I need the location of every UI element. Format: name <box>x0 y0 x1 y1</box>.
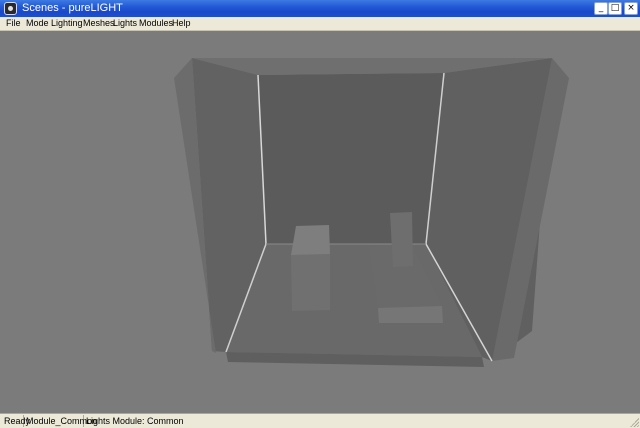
menu-meshes[interactable]: Meshes <box>83 17 115 30</box>
app-window: Scenes - pureLIGHT _ □ × File Mode Light… <box>0 0 640 428</box>
maximize-button[interactable]: □ <box>608 2 622 15</box>
menu-mode[interactable]: Mode <box>26 17 49 30</box>
status-module: Module_Common <box>26 415 98 427</box>
window-title: Scenes - pureLIGHT <box>22 2 123 14</box>
box1-front <box>291 254 330 311</box>
3d-viewport[interactable] <box>2 31 638 413</box>
menu-lighting[interactable]: Lighting <box>51 17 83 30</box>
status-state: Ready <box>4 415 31 427</box>
resize-grip-icon[interactable] <box>629 417 639 427</box>
box3-front <box>390 212 413 267</box>
menu-file[interactable]: File <box>6 17 21 30</box>
room-back-wall <box>258 73 444 244</box>
menu-lights[interactable]: Lights <box>113 17 137 30</box>
status-bar: Ready Module_Common Lights Module: Commo… <box>0 413 640 428</box>
menu-help[interactable]: Help <box>172 17 191 30</box>
minimize-button[interactable]: _ <box>594 2 608 15</box>
menu-bar: File Mode Lighting Meshes Lights Modules… <box>0 17 640 31</box>
close-button[interactable]: × <box>624 2 638 15</box>
status-lights-module: Lights Module: Common <box>86 416 184 426</box>
scene-render <box>174 58 569 367</box>
box2-front <box>378 306 443 323</box>
app-icon[interactable] <box>4 2 17 15</box>
box1-top <box>291 225 330 255</box>
title-bar[interactable]: Scenes - pureLIGHT _ □ × <box>0 0 640 18</box>
menu-modules[interactable]: Modules <box>139 17 173 30</box>
